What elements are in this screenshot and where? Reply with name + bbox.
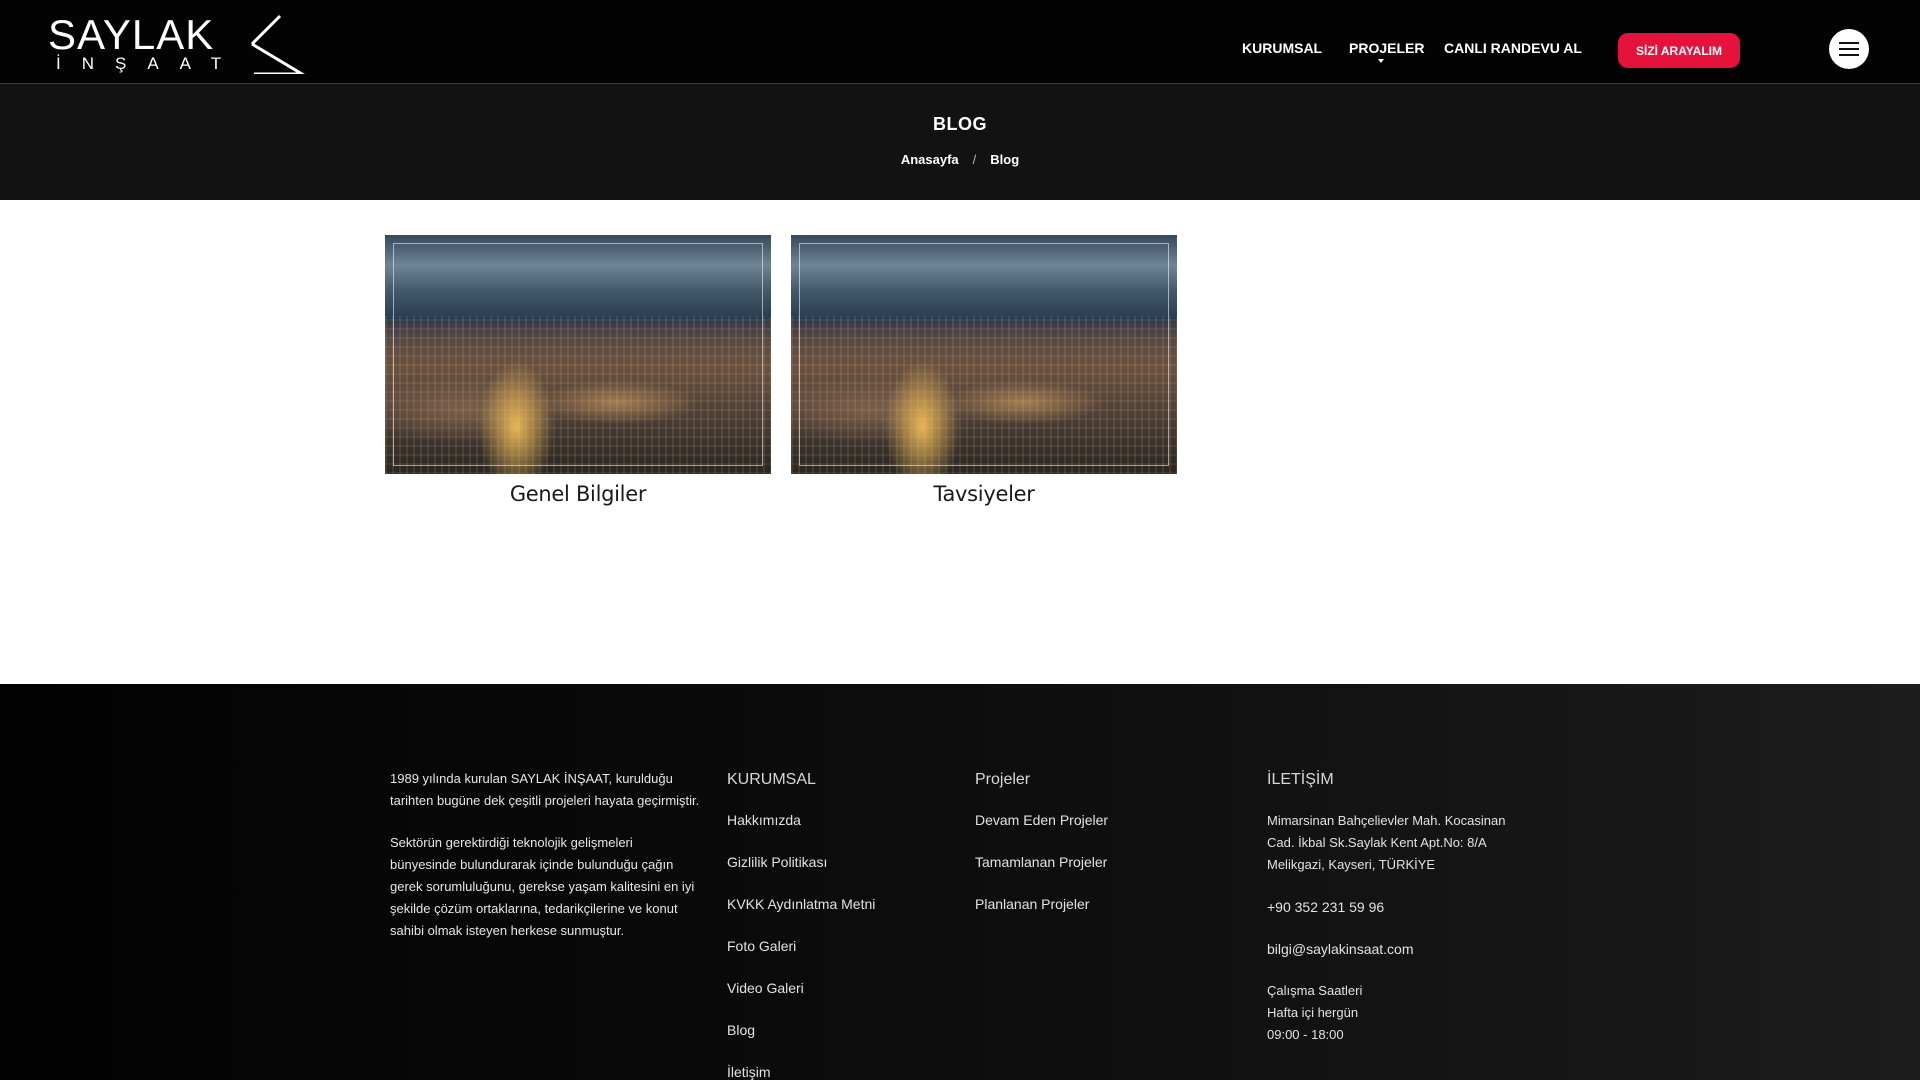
footer-hours-days: Hafta içi hergün bbox=[1267, 1005, 1359, 1020]
footer-link-tamamlanan[interactable]: Tamamlanan Projeler bbox=[975, 852, 1108, 872]
page-header-band: BLOG Anasayfa / Blog bbox=[0, 84, 1920, 200]
breadcrumb-separator: / bbox=[972, 152, 977, 167]
nav-kurumsal[interactable]: KURUMSAL bbox=[1242, 40, 1322, 56]
footer-link-hakkimizda[interactable]: Hakkımızda bbox=[727, 810, 875, 830]
footer-link-planlanan[interactable]: Planlanan Projeler bbox=[975, 894, 1108, 914]
hamburger-menu-icon[interactable] bbox=[1829, 29, 1869, 69]
breadcrumb-home[interactable]: Anasayfa bbox=[901, 152, 959, 167]
site-footer: 1989 yılında kurulan SAYLAK İNŞAAT, kuru… bbox=[0, 684, 1920, 1080]
brand-name-top: SAYLAK bbox=[48, 11, 215, 58]
footer-about-paragraph: 1989 yılında kurulan SAYLAK İNŞAAT, kuru… bbox=[390, 771, 700, 808]
footer-iletisim-column: İLETİŞİM Mimarsinan Bahçelievler Mah. Ko… bbox=[1267, 770, 1527, 1046]
footer-link-kvkk[interactable]: KVKK Aydınlatma Metni bbox=[727, 894, 875, 914]
footer-link-video-galeri[interactable]: Video Galeri bbox=[727, 978, 875, 998]
brand-name-bottom: İNŞAAT bbox=[56, 54, 243, 73]
blog-card-genel-bilgiler[interactable]: Genel Bilgiler bbox=[385, 235, 771, 506]
footer-phone[interactable]: +90 352 231 59 96 bbox=[1267, 896, 1527, 918]
footer-address: Mimarsinan Bahçelievler Mah. Kocasinan C… bbox=[1267, 813, 1506, 872]
footer-kurumsal-column: KURUMSAL Hakkımızda Gizlilik Politikası … bbox=[727, 770, 875, 1080]
footer-link-iletisim[interactable]: İletişim bbox=[727, 1062, 875, 1080]
breadcrumb: Anasayfa / Blog bbox=[0, 152, 1920, 167]
logo-accent-icon bbox=[250, 14, 305, 74]
site-header: SAYLAK İNŞAAT KURUMSAL PROJELER CANLI RA… bbox=[0, 0, 1920, 84]
footer-kurumsal-heading: KURUMSAL bbox=[727, 771, 816, 788]
nav-projeler[interactable]: PROJELER bbox=[1349, 40, 1424, 56]
footer-hours-label: Çalışma Saatleri bbox=[1267, 983, 1363, 998]
nav-canli-randevu[interactable]: CANLI RANDEVU AL bbox=[1444, 40, 1582, 56]
call-me-button[interactable]: SİZİ ARAYALIM bbox=[1618, 33, 1740, 68]
footer-link-blog[interactable]: Blog bbox=[727, 1020, 875, 1040]
blog-card-image[interactable] bbox=[385, 235, 771, 474]
footer-about-paragraph: Sektörün gerektirdiği teknolojik gelişme… bbox=[390, 835, 695, 938]
footer-link-devam-eden[interactable]: Devam Eden Projeler bbox=[975, 810, 1108, 830]
footer-projeler-column: Projeler Devam Eden Projeler Tamamlanan … bbox=[975, 770, 1108, 936]
blog-card-title[interactable]: Tavsiyeler bbox=[791, 482, 1177, 506]
page-title: BLOG bbox=[933, 114, 987, 134]
footer-link-foto-galeri[interactable]: Foto Galeri bbox=[727, 936, 875, 956]
footer-iletisim-heading: İLETİŞİM bbox=[1267, 771, 1334, 788]
footer-projeler-heading: Projeler bbox=[975, 771, 1031, 788]
blog-card-image[interactable] bbox=[791, 235, 1177, 474]
brand-logo[interactable]: SAYLAK İNŞAAT bbox=[48, 11, 305, 74]
blog-card-tavsiyeler[interactable]: Tavsiyeler bbox=[791, 235, 1177, 506]
footer-hours-time: 09:00 - 18:00 bbox=[1267, 1027, 1344, 1042]
footer-about: 1989 yılında kurulan SAYLAK İNŞAAT, kuru… bbox=[390, 768, 700, 962]
blog-card-title[interactable]: Genel Bilgiler bbox=[385, 482, 771, 506]
footer-link-gizlilik[interactable]: Gizlilik Politikası bbox=[727, 852, 875, 872]
chevron-down-icon bbox=[1378, 59, 1384, 63]
footer-email[interactable]: bilgi@saylakinsaat.com bbox=[1267, 938, 1527, 960]
breadcrumb-current: Blog bbox=[990, 152, 1020, 167]
